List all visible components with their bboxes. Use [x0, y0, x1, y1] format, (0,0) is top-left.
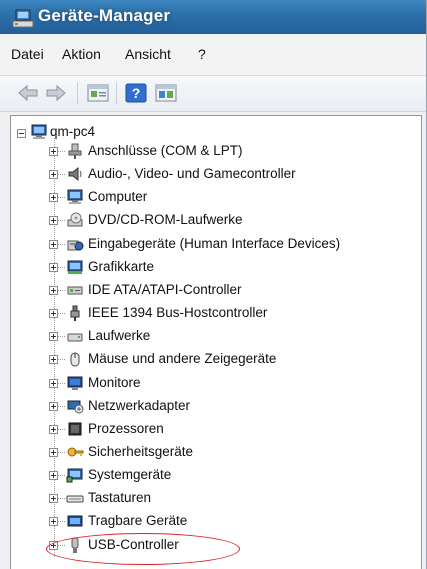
expand-toggle[interactable]	[49, 147, 58, 156]
expand-toggle[interactable]	[49, 170, 58, 179]
expand-toggle[interactable]	[49, 216, 58, 225]
expand-toggle[interactable]	[49, 471, 58, 480]
system-device-icon	[66, 468, 83, 483]
tree-item-sicherheitsgeraete[interactable]: Sicherheitsgeräte	[88, 444, 193, 459]
expand-toggle[interactable]	[49, 263, 58, 272]
toolbar-separator	[77, 82, 78, 104]
properties-icon[interactable]	[86, 82, 110, 104]
keyboard-icon	[66, 495, 84, 503]
firewire-icon	[70, 305, 80, 321]
monitor-icon	[67, 376, 83, 390]
menu-help[interactable]: ?	[198, 46, 206, 62]
expand-toggle[interactable]	[49, 517, 58, 526]
window-title: Geräte-Manager	[38, 6, 171, 25]
tree-item-computer[interactable]: Computer	[88, 189, 147, 204]
ide-controller-icon	[67, 286, 83, 295]
tree-item-maeuse-und-andere-zeigegeraete[interactable]: Mäuse und andere Zeigegeräte	[88, 351, 276, 366]
device-manager-icon	[12, 9, 34, 28]
menu-aktion[interactable]: Aktion	[62, 46, 101, 62]
help-icon[interactable]: ?	[124, 82, 148, 104]
menu-bar: Datei Aktion Ansicht ?	[0, 34, 426, 76]
computer-icon	[31, 124, 47, 139]
expand-toggle[interactable]	[49, 448, 58, 457]
expand-toggle[interactable]	[49, 402, 58, 411]
display-adapter-icon	[67, 260, 83, 274]
tree-item-eingabegeraete-human-interface-devices[interactable]: Eingabegeräte (Human Interface Devices)	[88, 236, 340, 251]
security-device-icon	[67, 447, 84, 457]
expand-toggle[interactable]	[49, 193, 58, 202]
hid-icon	[67, 240, 84, 251]
scan-hardware-icon[interactable]	[154, 82, 178, 104]
speaker-icon	[68, 166, 82, 182]
tree-item-systemgeraete[interactable]: Systemgeräte	[88, 467, 171, 482]
expand-toggle[interactable]	[49, 355, 58, 364]
portable-device-icon	[67, 515, 83, 527]
expand-toggle[interactable]	[49, 332, 58, 341]
title-bar[interactable]: Geräte-Manager	[0, 0, 426, 34]
tree-item-tragbare-geraete[interactable]: Tragbare Geräte	[88, 513, 187, 528]
tree-item-usb-controller[interactable]: USB-Controller	[88, 537, 179, 552]
tree-item-laufwerke[interactable]: Laufwerke	[88, 328, 150, 343]
dvd-drive-icon	[67, 212, 83, 227]
menu-datei[interactable]: Datei	[11, 46, 44, 62]
expand-toggle[interactable]	[49, 425, 58, 434]
collapse-root-toggle[interactable]	[17, 129, 26, 138]
tree-item-audio-video-und-gamecontroller[interactable]: Audio-, Video- und Gamecontroller	[88, 166, 296, 181]
menu-ansicht[interactable]: Ansicht	[125, 46, 171, 62]
usb-controller-icon	[71, 537, 79, 553]
tree-root-label[interactable]: qm-pc4	[50, 124, 95, 139]
tree-item-ide-ata-atapi-controller[interactable]: IDE ATA/ATAPI-Controller	[88, 282, 242, 297]
disk-drive-icon	[67, 333, 83, 342]
processor-icon	[68, 422, 82, 436]
expand-toggle[interactable]	[49, 240, 58, 249]
tree-item-netzwerkadapter[interactable]: Netzwerkadapter	[88, 398, 190, 413]
toolbar-separator	[116, 82, 117, 104]
svg-text:?: ?	[132, 85, 141, 101]
tree-item-tastaturen[interactable]: Tastaturen	[88, 490, 151, 505]
back-arrow-icon[interactable]	[16, 82, 40, 104]
mouse-icon	[70, 352, 80, 367]
tree-item-prozessoren[interactable]: Prozessoren	[88, 421, 164, 436]
tree-item-dvd-cd-rom-laufwerke[interactable]: DVD/CD-ROM-Laufwerke	[88, 212, 243, 227]
expand-toggle[interactable]	[49, 379, 58, 388]
tree-item-monitore[interactable]: Monitore	[88, 375, 141, 390]
toolbar: ?	[0, 76, 426, 112]
tree-item-anschluesse-com-lpt[interactable]: Anschlüsse (COM & LPT)	[88, 143, 243, 158]
expand-toggle[interactable]	[49, 309, 58, 318]
network-adapter-icon	[67, 400, 84, 414]
expand-toggle[interactable]	[49, 494, 58, 503]
tree-item-grafikkarte[interactable]: Grafikkarte	[88, 259, 154, 274]
computer-icon	[67, 189, 83, 204]
forward-arrow-icon[interactable]	[44, 82, 68, 104]
tree-item-ieee-1394-bus-hostcontroller[interactable]: IEEE 1394 Bus-Hostcontroller	[88, 305, 267, 320]
expand-toggle[interactable]	[49, 541, 58, 550]
expand-toggle[interactable]	[49, 286, 58, 295]
port-icon	[68, 143, 82, 159]
